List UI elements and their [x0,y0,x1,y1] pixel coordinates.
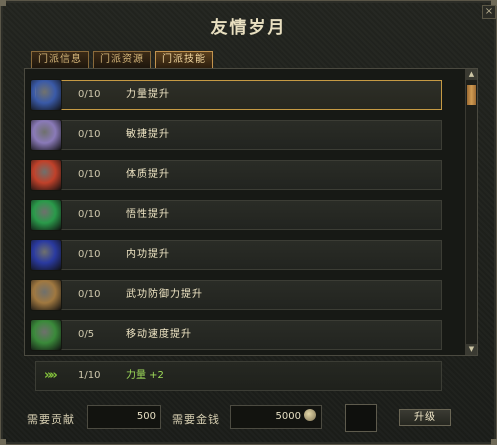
double-arrow-icon: »» [44,368,58,383]
inner-power-icon [30,239,62,271]
scroll-up-button[interactable]: ▲ [466,69,477,80]
skill-list-panel: 0/10 力量提升 0/10 敏捷提升 0/10 体质提升 0/10 悟性提升 0/10 内功提升… [24,68,478,356]
skill-list: 0/10 力量提升 0/10 敏捷提升 0/10 体质提升 0/10 悟性提升 0/10 内功提升… [25,69,465,355]
skill-level: 0/10 [78,249,101,260]
sect-skills-window: 友情岁月 × 门派信息 门派资源 门派技能 0/10 力量提升 0/10 敏捷提升 0/… [0,0,497,445]
gold-label: 需要金钱 [172,413,220,426]
contribution-label: 需要贡献 [27,413,75,426]
skill-name: 武功防御力提升 [126,289,203,300]
skill-name: 力量提升 [126,89,170,100]
skill-level: 0/5 [78,329,95,340]
next-level-attribute: 力量 +2 [126,370,164,381]
next-level-value: 1/10 [78,370,101,381]
skill-level: 0/10 [78,129,101,140]
coin-icon [304,409,316,421]
skill-name: 悟性提升 [126,209,170,220]
comprehension-icon [30,199,62,231]
tab-sect-skills[interactable]: 门派技能 [155,51,213,69]
skill-level: 0/10 [78,169,101,180]
constitution-icon [30,159,62,191]
skill-row[interactable]: 0/10 体质提升 [30,159,442,191]
tab-sect-info[interactable]: 门派信息 [31,51,89,69]
scroll-thumb[interactable] [467,85,476,105]
tab-sect-resources[interactable]: 门派资源 [93,51,151,69]
movement-speed-icon [30,319,62,351]
scrollbar[interactable]: ▲ ▼ [465,69,477,355]
close-button[interactable]: × [482,5,496,19]
agility-icon [30,119,62,151]
strength-icon [30,79,62,111]
next-level-preview: »» 1/10 力量 +2 [35,361,442,391]
skill-row[interactable]: 0/10 敏捷提升 [30,119,442,151]
skill-name: 敏捷提升 [126,129,170,140]
skill-name: 体质提升 [126,169,170,180]
skill-row[interactable]: 0/10 悟性提升 [30,199,442,231]
frame-corner [491,439,497,445]
skill-row[interactable]: 0/5 移动速度提升 [30,319,442,351]
scroll-down-button[interactable]: ▼ [466,344,477,355]
skill-row[interactable]: 0/10 力量提升 [30,79,442,111]
upgrade-button[interactable]: 升级 [399,409,451,426]
skill-level: 0/10 [78,209,101,220]
frame-corner [0,439,6,445]
martial-defense-icon [30,279,62,311]
skill-name: 内功提升 [126,249,170,260]
skill-level: 0/10 [78,289,101,300]
skill-row[interactable]: 0/10 武功防御力提升 [30,279,442,311]
window-title: 友情岁月 [210,18,287,38]
item-slot[interactable] [345,404,377,432]
skill-name: 移动速度提升 [126,329,192,340]
frame-corner [0,0,6,6]
skill-level: 0/10 [78,89,101,100]
skill-row[interactable]: 0/10 内功提升 [30,239,442,271]
contribution-value: 500 [87,405,161,429]
